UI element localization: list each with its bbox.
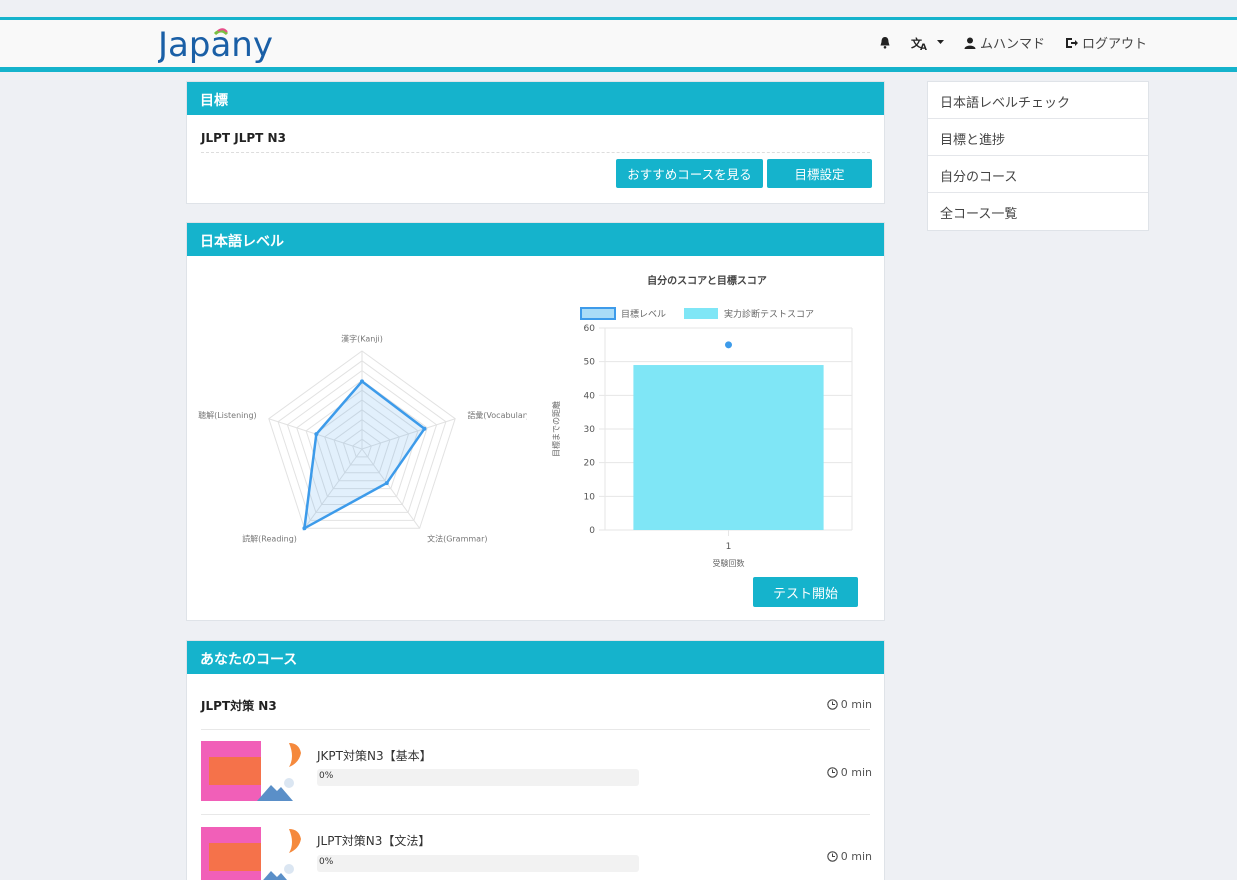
- user-menu[interactable]: ムハンマド: [964, 33, 1045, 52]
- courses-panel: あなたのコース JLPT対策 N3 0 min JKPT対策N3【基本】 0% …: [186, 640, 885, 880]
- radar-point: [384, 481, 389, 486]
- score-bar-chart: 自分のスコアと目標スコア目標レベル 実力診断テストスコア 0 10 20 30 40 50 60…: [551, 274, 853, 568]
- japany-logo[interactable]: Japany: [158, 22, 298, 64]
- progress-label: 0%: [319, 857, 334, 867]
- time-label: 0 min: [840, 766, 872, 779]
- level-panel: 日本語レベル 漢字(Kanji) 語彙(Vocabulary) 文法(Grammar…: [186, 222, 885, 621]
- svg-text:A: A: [920, 43, 927, 50]
- course-group-time: 0 min: [827, 698, 872, 711]
- y-tick-label: 10: [584, 492, 596, 502]
- legend-label: 実力診断テストスコア: [724, 308, 814, 320]
- legend-label: 目標レベル: [621, 308, 666, 320]
- translate-icon: 文 A: [911, 36, 927, 50]
- time-label: 0 min: [840, 850, 872, 863]
- radar-point: [314, 432, 319, 437]
- sidebar-item-goals-progress[interactable]: 目標と進捗: [928, 119, 1148, 156]
- course-group-name[interactable]: JLPT対策 N3: [201, 697, 277, 714]
- radar-axis-label: 語彙(Vocabulary): [467, 410, 527, 420]
- radar-point: [422, 426, 427, 431]
- target-point: [725, 341, 732, 349]
- divider: [201, 152, 870, 153]
- y-tick-label: 0: [589, 526, 595, 536]
- y-tick-label: 30: [584, 425, 596, 435]
- goal-panel: 目標 JLPT JLPT N3 おすすめコースを見る 目標設定: [186, 81, 885, 204]
- logout-label: ログアウト: [1081, 37, 1147, 52]
- legend-swatch: [580, 307, 616, 320]
- logout-button[interactable]: ログアウト: [1065, 33, 1147, 52]
- radar-axis-label: 文法(Grammar): [427, 534, 487, 544]
- user-name: ムハンマド: [979, 37, 1045, 52]
- course-progress: 0%: [317, 855, 639, 872]
- goal-panel-title: 目標: [187, 82, 884, 115]
- course-time: 0 min: [827, 850, 872, 863]
- logout-icon: [1065, 37, 1078, 48]
- sidebar: 日本語レベルチェック 目標と進捗 自分のコース 全コース一覧: [927, 81, 1149, 231]
- y-tick-label: 40: [584, 391, 596, 401]
- y-tick-label: 20: [584, 459, 596, 469]
- bell-icon: [880, 37, 890, 49]
- radar-point: [302, 526, 307, 531]
- legend-swatch: [684, 308, 718, 319]
- x-axis-label: 受験回数: [713, 558, 745, 568]
- clock-icon: [827, 851, 838, 862]
- logo-text: Japany: [158, 25, 273, 64]
- recommended-courses-button[interactable]: おすすめコースを見る: [616, 159, 763, 188]
- header-bottom-line: [0, 67, 1237, 72]
- sidebar-item-my-courses[interactable]: 自分のコース: [928, 156, 1148, 193]
- start-test-button[interactable]: テスト開始: [753, 577, 858, 607]
- goal-text: JLPT JLPT N3: [201, 131, 286, 145]
- courses-panel-title: あなたのコース: [187, 641, 884, 674]
- progress-label: 0%: [319, 771, 334, 781]
- y-tick-label: 50: [584, 358, 596, 368]
- x-tick-label: 1: [726, 542, 732, 552]
- y-tick-label: 60: [584, 324, 596, 334]
- bar: [633, 365, 824, 530]
- header-nav: 文 A ムハンマド ログアウト: [879, 33, 1147, 52]
- radar-axis-label: 聴解(Listening): [198, 410, 257, 420]
- course-name[interactable]: JKPT対策N3【基本】: [317, 747, 432, 764]
- sidebar-item-level-check[interactable]: 日本語レベルチェック: [928, 82, 1148, 119]
- time-label: 0 min: [840, 698, 872, 711]
- radar-point: [360, 379, 364, 384]
- clock-icon: [827, 767, 838, 778]
- notification-button[interactable]: [879, 36, 891, 49]
- level-panel-title: 日本語レベル: [187, 223, 884, 256]
- radar-axis-label: 読解(Reading): [242, 534, 297, 544]
- y-axis-label: 目標までの距離: [551, 401, 561, 457]
- clock-icon: [827, 699, 838, 710]
- divider: [201, 729, 870, 730]
- sidebar-item-all-courses[interactable]: 全コース一覧: [928, 193, 1148, 230]
- course-thumbnail[interactable]: [201, 741, 305, 801]
- course-name[interactable]: JLPT対策N3【文法】: [317, 832, 430, 849]
- radar-axis-label: 漢字(Kanji): [341, 333, 383, 343]
- radar-chart: 漢字(Kanji) 語彙(Vocabulary) 文法(Grammar) 読解(Rea…: [198, 333, 527, 544]
- course-progress: 0%: [317, 769, 639, 786]
- course-time: 0 min: [827, 766, 872, 779]
- caret-down-icon: [936, 40, 944, 44]
- course-thumbnail[interactable]: [201, 827, 305, 880]
- user-icon: [964, 37, 976, 49]
- divider: [201, 814, 870, 815]
- goal-setting-button[interactable]: 目標設定: [767, 159, 872, 188]
- language-button[interactable]: 文 A: [911, 36, 944, 50]
- chart-title: 自分のスコアと目標スコア: [647, 274, 767, 287]
